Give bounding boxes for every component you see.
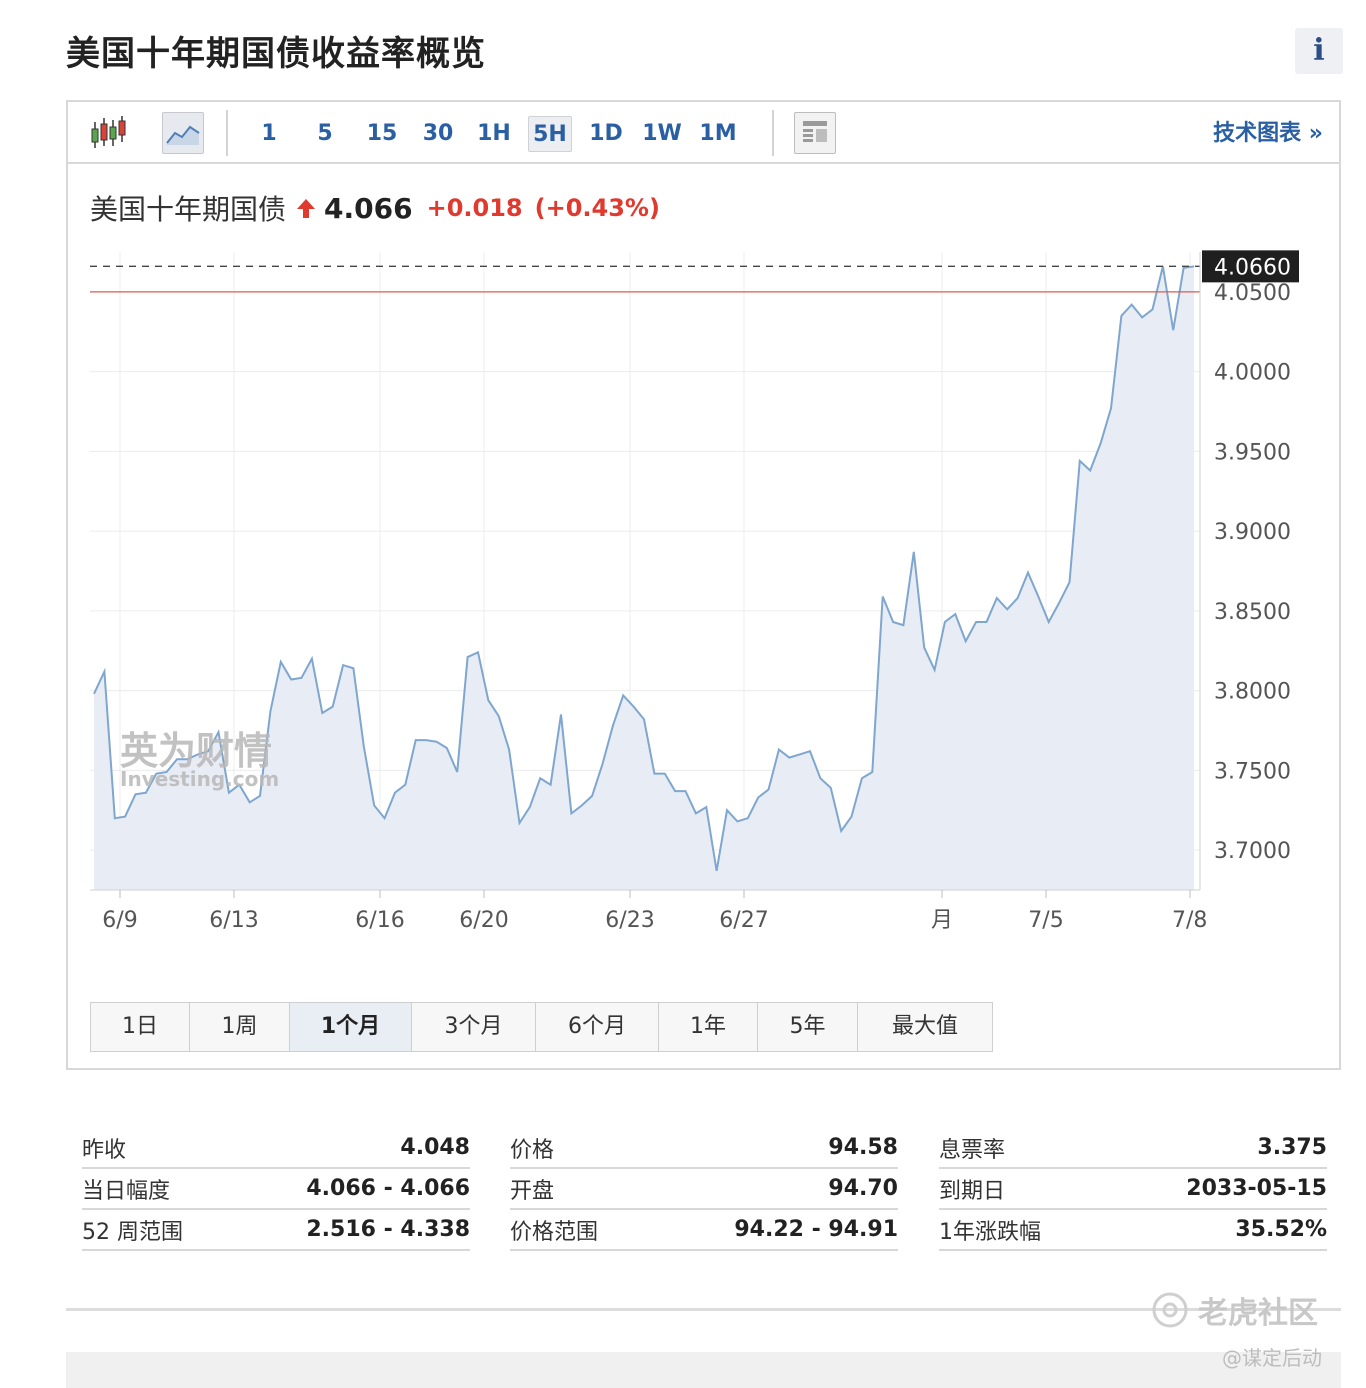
y-tick-label: 3.8000 xyxy=(1214,680,1291,705)
stat-label: 息票率 xyxy=(939,1137,1006,1163)
stat-label: 当日幅度 xyxy=(82,1178,171,1204)
stat-label: 52 周范围 xyxy=(82,1219,183,1245)
range-max[interactable]: 最大值 xyxy=(858,1003,992,1051)
y-tick-label: 4.0000 xyxy=(1214,361,1291,386)
range-1w[interactable]: 1周 xyxy=(190,1003,290,1051)
watermark-brand: 老虎社区 xyxy=(1198,1296,1318,1331)
y-tick-label: 3.9000 xyxy=(1214,520,1291,545)
range-3m[interactable]: 3个月 xyxy=(412,1003,536,1051)
investing-watermark-en: Investing.com xyxy=(120,767,279,791)
stat-label: 开盘 xyxy=(510,1178,555,1204)
watermark-user: @谋定后动 xyxy=(1222,1346,1322,1370)
tiger-logo-icon xyxy=(1152,1292,1188,1328)
stat-value: 4.066 - 4.066 xyxy=(306,1176,470,1201)
y-tick-label: 3.7000 xyxy=(1214,839,1291,864)
x-tick-label: 6/16 xyxy=(355,908,404,933)
stats-column-3: 息票率 3.375 到期日 2033-05-15 1年涨跌幅 35.52% xyxy=(939,1128,1327,1251)
stat-label: 1年涨跌幅 xyxy=(939,1219,1041,1245)
stat-row: 价格 94.58 xyxy=(510,1128,898,1169)
stat-label: 到期日 xyxy=(939,1178,1006,1204)
range-1y[interactable]: 1年 xyxy=(659,1003,758,1051)
stat-value: 2.516 - 4.338 xyxy=(306,1217,470,1242)
stat-row: 昨收 4.048 xyxy=(82,1128,470,1169)
stat-label: 昨收 xyxy=(82,1137,127,1163)
x-tick-label: 6/27 xyxy=(719,908,768,933)
stat-value: 2033-05-15 xyxy=(1186,1176,1327,1201)
range-1d[interactable]: 1日 xyxy=(91,1003,190,1051)
chart-panel: 1 5 15 30 1H 5H 1D 1W 1M 技术图表 » 美国十年期国债 … xyxy=(66,100,1341,1070)
x-tick-label: 6/9 xyxy=(102,908,137,933)
stat-label: 价格 xyxy=(510,1137,555,1163)
x-tick-label: 6/20 xyxy=(459,908,508,933)
x-tick-label: 7/8 xyxy=(1172,908,1207,933)
x-tick-label: 月 xyxy=(931,908,953,933)
x-tick-label: 6/23 xyxy=(605,908,654,933)
tiger-community-watermark: 老虎社区 xyxy=(1150,1288,1318,1332)
stat-row: 息票率 3.375 xyxy=(939,1128,1327,1169)
stat-value: 94.22 - 94.91 xyxy=(734,1217,898,1242)
stat-row: 到期日 2033-05-15 xyxy=(939,1169,1327,1210)
stat-label: 价格范围 xyxy=(510,1219,599,1245)
stats-column-1: 昨收 4.048 当日幅度 4.066 - 4.066 52 周范围 2.516 - … xyxy=(82,1128,470,1251)
footer-band xyxy=(66,1352,1341,1388)
stat-row: 当日幅度 4.066 - 4.066 xyxy=(82,1169,470,1210)
range-selector: 1日 1周 1个月 3个月 6个月 1年 5年 最大值 xyxy=(90,1002,993,1052)
yield-chart: 英为财情Investing.com3.70003.75003.80003.850… xyxy=(90,250,1299,933)
stat-row: 52 周范围 2.516 - 4.338 xyxy=(82,1210,470,1251)
x-tick-label: 6/13 xyxy=(209,908,258,933)
y-tick-label: 3.9500 xyxy=(1214,440,1291,465)
range-5y[interactable]: 5年 xyxy=(758,1003,858,1051)
stat-value: 94.70 xyxy=(828,1176,898,1201)
range-6m[interactable]: 6个月 xyxy=(536,1003,659,1051)
info-button[interactable]: i xyxy=(1295,28,1343,74)
y-tick-label: 3.8500 xyxy=(1214,600,1291,625)
last-value-label: 4.0660 xyxy=(1214,255,1291,280)
y-tick-label: 3.7500 xyxy=(1214,759,1291,784)
stat-value: 3.375 xyxy=(1257,1135,1327,1160)
stat-row: 1年涨跌幅 35.52% xyxy=(939,1210,1327,1251)
stat-value: 4.048 xyxy=(400,1135,470,1160)
stats-column-2: 价格 94.58 开盘 94.70 价格范围 94.22 - 94.91 xyxy=(510,1128,898,1251)
y-tick-label: 4.0500 xyxy=(1214,281,1291,306)
stat-row: 价格范围 94.22 - 94.91 xyxy=(510,1210,898,1251)
range-1m[interactable]: 1个月 xyxy=(290,1003,412,1051)
x-tick-label: 7/5 xyxy=(1028,908,1063,933)
stat-value: 35.52% xyxy=(1235,1217,1327,1242)
stat-value: 94.58 xyxy=(828,1135,898,1160)
page-title: 美国十年期国债收益率概览 xyxy=(66,34,486,74)
stat-row: 开盘 94.70 xyxy=(510,1169,898,1210)
